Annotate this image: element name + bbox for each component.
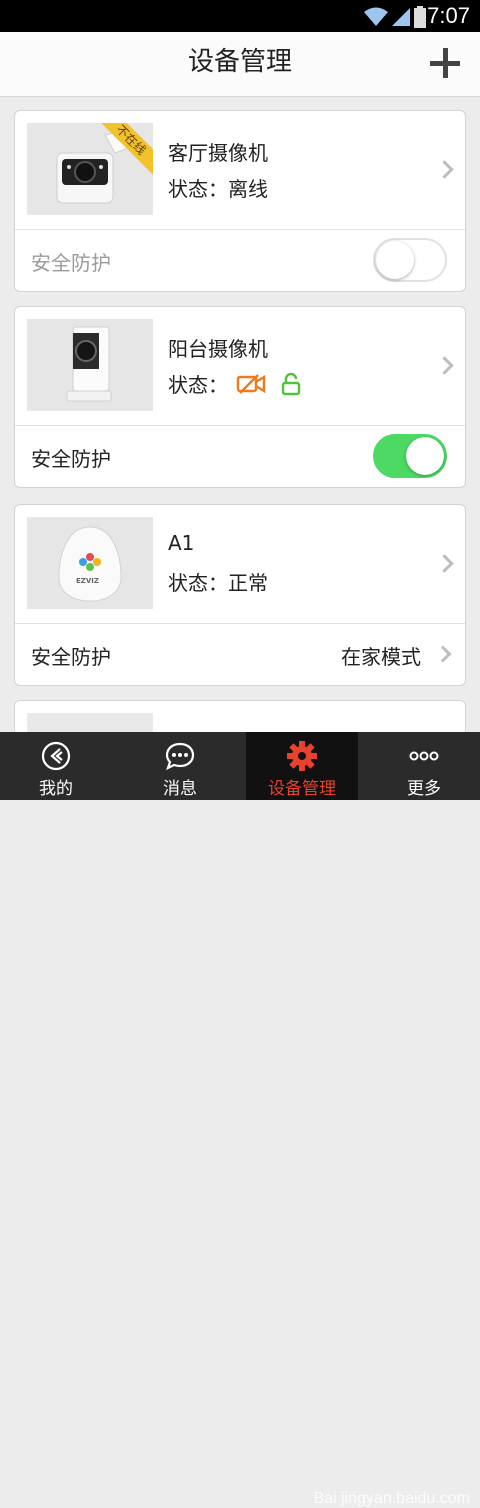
device-card-balcony: 阳台摄像机 状态： 安全防护 — [14, 306, 466, 488]
battery-icon — [414, 6, 426, 28]
device-status: 状态： — [168, 369, 303, 398]
more-icon — [409, 751, 439, 761]
camera-thumbnail — [27, 319, 153, 411]
video-off-icon — [237, 374, 266, 394]
add-device-button[interactable] — [430, 48, 460, 78]
protection-row: 安全防护 — [15, 230, 465, 290]
protection-row[interactable]: 安全防护 在家模式 — [15, 624, 465, 684]
device-name: 客厅摄像机 — [168, 141, 268, 165]
tab-label: 更多 — [407, 779, 441, 799]
protection-label: 安全防护 — [31, 447, 111, 471]
tab-label: 我的 — [39, 779, 73, 799]
camera-thumbnail: 不在线 — [27, 123, 153, 215]
device-row[interactable]: 阳台摄像机 状态： — [15, 307, 465, 426]
device-status: 状态：正常 — [168, 571, 268, 595]
tab-device-management[interactable]: 设备管理 — [246, 732, 358, 800]
device-name: 阳台摄像机 — [168, 337, 268, 361]
device-row[interactable]: EZVIZ A1 状态：正常 — [15, 505, 465, 624]
signal-icon — [392, 8, 410, 26]
device-row[interactable]: 不在线 客厅摄像机 状态：离线 — [15, 111, 465, 230]
protection-toggle[interactable] — [373, 238, 447, 282]
tab-messages[interactable]: 消息 — [124, 732, 236, 800]
clock-time: 7:07 — [427, 3, 470, 28]
chevron-right-icon — [434, 645, 452, 663]
tab-mine[interactable]: 我的 — [0, 732, 112, 800]
protection-toggle[interactable] — [373, 434, 447, 478]
status-bar: 7:07 — [0, 0, 480, 32]
bottom-tab-bar: 我的 消息 设备管理 更多 Bai jingyan.baidu.com — [0, 732, 480, 1507]
wifi-icon — [364, 7, 388, 26]
protection-row: 安全防护 — [15, 426, 465, 486]
device-card-a1: EZVIZ A1 状态：正常 安全防护 在家模式 — [14, 504, 466, 686]
chevron-right-icon — [435, 554, 454, 573]
protection-label: 安全防护 — [31, 251, 111, 275]
chevron-right-icon — [435, 160, 454, 179]
tab-label: 设备管理 — [268, 779, 336, 799]
message-icon — [165, 742, 195, 771]
device-status: 状态：离线 — [168, 177, 268, 201]
chevron-right-icon — [435, 356, 454, 375]
camera-icon — [27, 319, 153, 411]
device-name: A1 — [168, 531, 195, 555]
page-title: 设备管理 — [187, 47, 292, 77]
mode-value: 在家模式 — [341, 645, 421, 669]
sensor-thumbnail: EZVIZ — [27, 517, 153, 609]
device-card-living-room: 不在线 客厅摄像机 状态：离线 安全防护 — [14, 110, 466, 292]
profile-icon — [41, 741, 71, 771]
tab-label: 消息 — [163, 779, 197, 799]
gear-icon — [287, 741, 317, 771]
lock-open-icon — [281, 372, 300, 396]
app-header: 设备管理 — [0, 32, 480, 97]
watermark-text: Bai jingyan.baidu.com — [313, 1490, 470, 1507]
a1-sensor-icon — [27, 517, 153, 609]
protection-label: 安全防护 — [31, 645, 111, 669]
ezviz-logo: EZVIZ — [76, 577, 99, 585]
status-label: 状态： — [168, 373, 228, 397]
tab-more[interactable]: 更多 — [368, 732, 480, 800]
